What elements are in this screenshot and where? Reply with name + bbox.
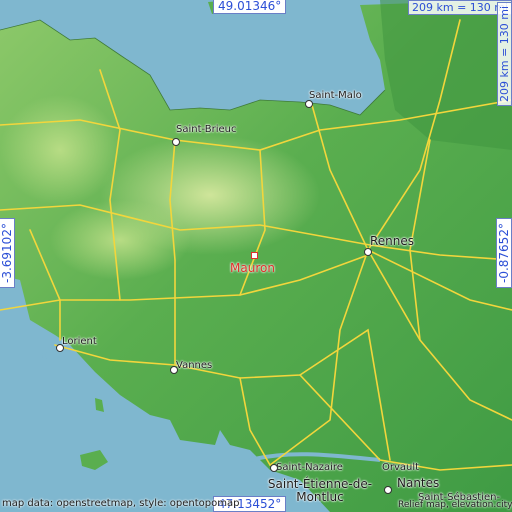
scale-bar-right: 209 km = 130 mi	[497, 1, 512, 106]
upland-relief	[0, 95, 120, 205]
city-label-saint-malo[interactable]: Saint-Malo	[309, 90, 362, 101]
city-marker	[56, 344, 64, 352]
city-marker	[270, 464, 278, 472]
city-label-lorient[interactable]: Lorient	[62, 336, 97, 347]
place-label-mauron[interactable]: Mauron	[230, 261, 275, 275]
city-marker	[364, 248, 372, 256]
city-label-nantes[interactable]: Nantes	[397, 476, 439, 490]
upland-relief	[50, 200, 190, 280]
coord-left: -3.69102°	[0, 218, 15, 288]
city-marker	[170, 366, 178, 374]
city-marker	[305, 100, 313, 108]
coord-top: 49.01346°	[213, 0, 287, 14]
coord-right: -0.87652°	[496, 218, 512, 288]
city-label-saint-brieuc[interactable]: Saint-Brieuc	[176, 124, 237, 135]
city-marker	[172, 138, 180, 146]
city-label-rennes[interactable]: Rennes	[370, 234, 414, 248]
city-label-orvault[interactable]: Orvault	[382, 462, 419, 473]
city-marker	[384, 486, 392, 494]
relief-credit: Relief map, elevation.city	[398, 500, 512, 510]
city-label-vannes[interactable]: Vannes	[176, 360, 212, 371]
map-credit: map data: openstreetmap, style: opentopo…	[2, 498, 240, 509]
city-label-saint-nazaire[interactable]: Saint-Nazaire	[276, 462, 343, 473]
place-marker[interactable]	[251, 252, 258, 259]
